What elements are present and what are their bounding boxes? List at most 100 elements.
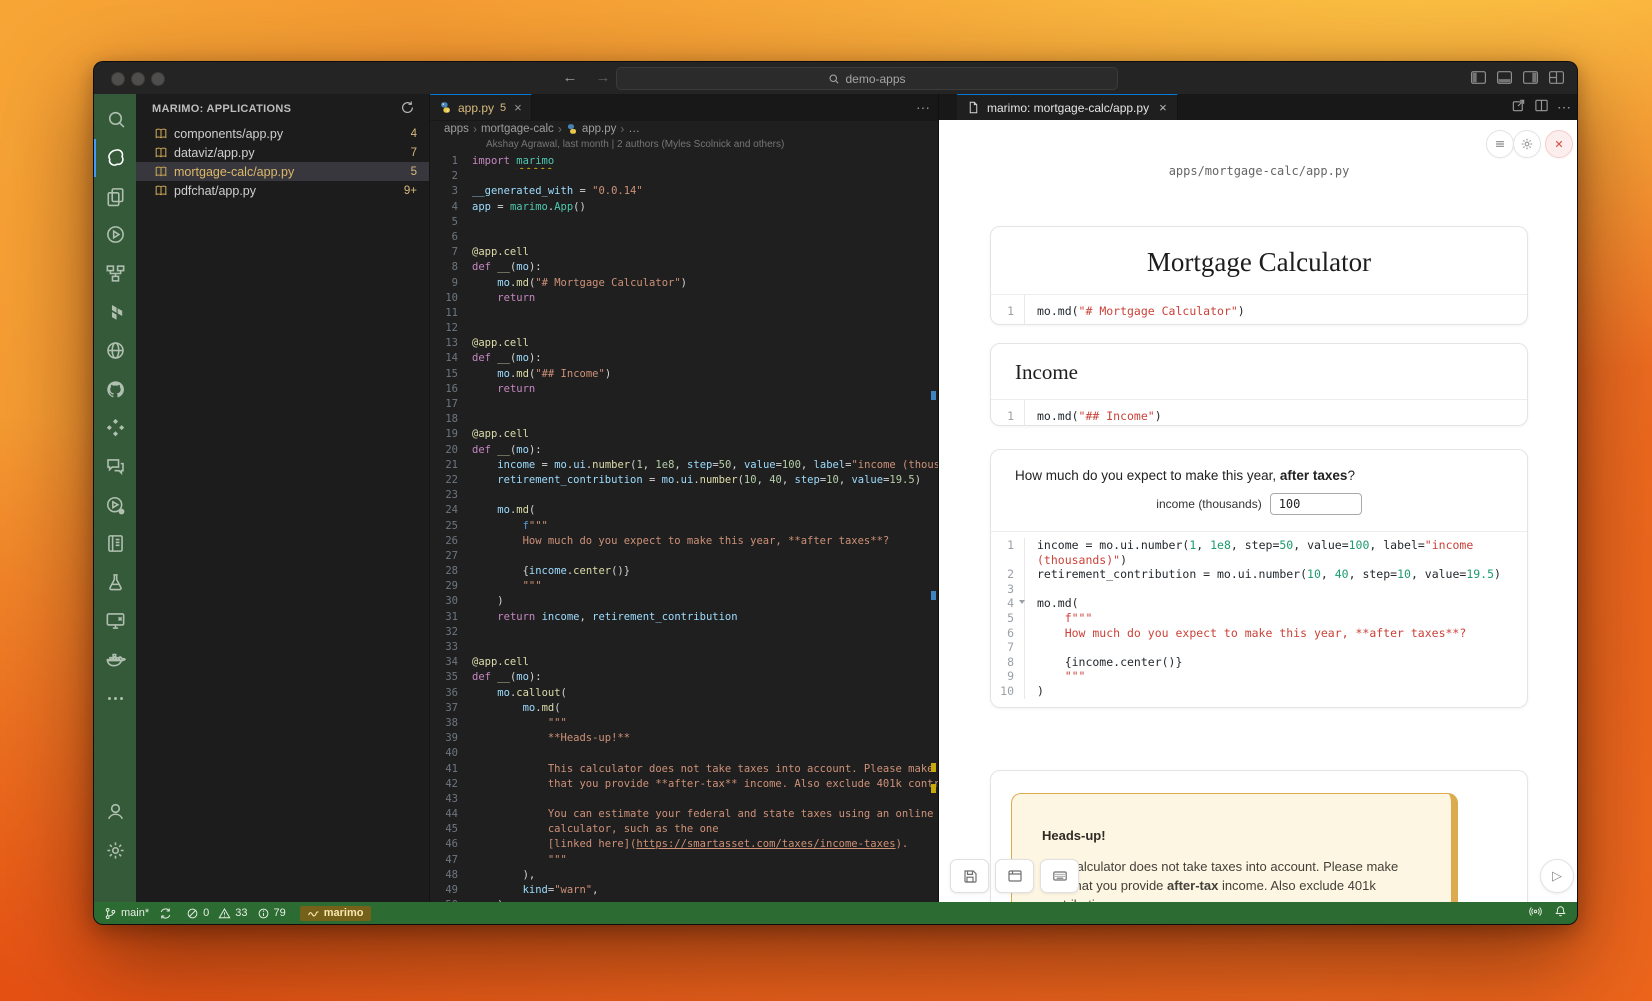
code-line: 1import marimo <box>430 154 938 169</box>
code-line: 28 {income.center()} <box>430 564 938 579</box>
code-editor[interactable]: 1import marimo23__generated_with = "0.0.… <box>430 154 938 902</box>
code-line: 46 [linked here](https://smartasset.com/… <box>430 837 938 852</box>
tab-marimo-webview[interactable]: marimo: mortgage-calc/app.py × <box>957 94 1178 120</box>
code-line: 5 f""" <box>991 611 1527 626</box>
marimo-label: marimo <box>324 907 364 919</box>
file-name: dataviz/app.py <box>174 146 405 160</box>
play-icon: ▷ <box>1552 868 1562 884</box>
open-external-icon[interactable] <box>1511 98 1526 116</box>
problem-count-badge: 5 <box>411 166 417 178</box>
tab-close-icon[interactable]: × <box>514 100 522 115</box>
overview-mark-blue <box>931 391 936 400</box>
open-as-app-button[interactable] <box>995 859 1034 893</box>
activity-bar <box>94 94 136 902</box>
activity-item-search-icon[interactable] <box>94 100 136 138</box>
nav-forward-icon[interactable]: → <box>592 67 614 89</box>
sidebar-title: MARIMO: APPLICATIONS <box>152 103 291 115</box>
activity-item-copy-pages-icon[interactable] <box>94 177 136 215</box>
cell-card-income[interactable]: Income 1mo.md("## Income") <box>990 343 1528 426</box>
activity-item-more-icon[interactable] <box>94 679 136 717</box>
breadcrumb-item[interactable]: mortgage-calc <box>481 123 554 135</box>
cell-code-block[interactable]: 1income = mo.ui.number(1, 1e8, step=50, … <box>991 531 1527 705</box>
code-line: 14def __(mo): <box>430 351 938 366</box>
sidebar-item-mortgage-calc-app-py[interactable]: mortgage-calc/app.py5 <box>136 162 429 181</box>
activity-item-flask-icon[interactable] <box>94 563 136 601</box>
activity-item-comments-icon[interactable] <box>94 447 136 485</box>
notifications-bell-icon[interactable] <box>1554 905 1567 921</box>
menu-hamburger-icon[interactable] <box>1486 130 1514 158</box>
nav-back-icon[interactable]: ← <box>559 67 581 89</box>
shutdown-close-icon[interactable] <box>1545 130 1573 158</box>
code-line: 7 <box>991 640 1527 655</box>
customize-layout-icon[interactable] <box>1548 69 1565 91</box>
sync-icon <box>159 907 172 920</box>
sidebar-item-components-app-py[interactable]: components/app.py 4 <box>136 124 429 143</box>
run-cell-button[interactable]: ▷ <box>1540 859 1574 893</box>
code-line: 2retirement_contribution = mo.ui.number(… <box>991 567 1527 582</box>
code-line: 30 ) <box>430 594 938 609</box>
code-line: 21 income = mo.ui.number(1, 1e8, step=50… <box>430 458 938 473</box>
activity-item-marimo-icon[interactable] <box>94 139 136 177</box>
code-line: 11 <box>430 306 938 321</box>
sidebar-item-pdfchat-app-py[interactable]: pdfchat/app.py9+ <box>136 181 429 200</box>
code-line: 25 f""" <box>430 519 938 534</box>
code-line: 13@app.cell <box>430 336 938 351</box>
notebook-file-icon <box>154 165 168 179</box>
income-input-label: income (thousands) <box>1156 497 1261 511</box>
file-name: components/app.py <box>174 127 405 141</box>
callout-paragraph: This calculator does not take taxes into… <box>1042 857 1421 902</box>
tab-close-icon[interactable]: × <box>1159 100 1167 115</box>
code-line: 5 <box>430 215 938 230</box>
toggle-sidebar-right-icon[interactable] <box>1522 69 1539 91</box>
traffic-light-minimize[interactable] <box>131 72 145 86</box>
toggle-panel-icon[interactable] <box>1496 69 1513 91</box>
activity-item-account-icon[interactable] <box>94 792 136 830</box>
traffic-light-zoom[interactable] <box>151 72 165 86</box>
ports-broadcast-icon[interactable] <box>1529 905 1542 921</box>
income-number-input[interactable] <box>1270 493 1362 515</box>
traffic-light-close[interactable] <box>111 72 125 86</box>
code-line: 2 <box>430 169 938 184</box>
problems-status[interactable]: 0 33 79 <box>186 907 286 920</box>
editor-actions-more-icon[interactable]: ··· <box>916 99 930 115</box>
activity-item-docker-icon[interactable] <box>94 640 136 678</box>
activity-item-diamonds-icon[interactable] <box>94 409 136 447</box>
app-title: Mortgage Calculator <box>991 227 1527 294</box>
activity-item-terraform-icon[interactable] <box>94 293 136 331</box>
cell-card-question[interactable]: How much do you expect to make this year… <box>990 449 1528 708</box>
settings-gear-icon[interactable] <box>1513 130 1541 158</box>
breadcrumb-separator: › <box>558 122 562 136</box>
keyboard-shortcuts-button[interactable] <box>1040 859 1079 893</box>
vscode-window: ← → demo-apps MARIMO: APPLICATIONS <box>93 61 1578 925</box>
problem-count-badge: 4 <box>411 128 417 140</box>
activity-item-globe-icon[interactable] <box>94 332 136 370</box>
window-titlebar[interactable]: ← → demo-apps <box>94 62 1577 95</box>
activity-item-play-badge-icon[interactable] <box>94 486 136 524</box>
activity-item-screen-icon[interactable] <box>94 602 136 640</box>
errors-icon <box>186 907 199 920</box>
activity-item-run-circle-icon[interactable] <box>94 216 136 254</box>
command-center-search[interactable]: demo-apps <box>616 67 1118 90</box>
breadcrumb-item[interactable]: app.py <box>582 123 617 135</box>
breadcrumb-item[interactable]: apps <box>444 123 469 135</box>
git-branch-status[interactable]: main* <box>104 907 172 920</box>
cell-card-title[interactable]: Mortgage Calculator 1mo.md("# Mortgage C… <box>990 226 1528 325</box>
code-line: 49 kind="warn", <box>430 883 938 898</box>
activity-item-github-icon[interactable] <box>94 370 136 408</box>
marimo-status-item[interactable]: marimo <box>300 906 371 921</box>
activity-item-settings-gear-icon[interactable] <box>94 831 136 869</box>
more-actions-icon[interactable]: ⋯ <box>1557 99 1571 116</box>
tab-app-py[interactable]: app.py 5 × <box>430 94 532 120</box>
split-editor-icon[interactable] <box>1534 98 1549 116</box>
breadcrumb[interactable]: apps›mortgage-calc›app.py›… <box>430 120 938 138</box>
refresh-icon[interactable] <box>400 100 415 118</box>
code-line: 42 that you provide **after-tax** income… <box>430 777 938 792</box>
save-button[interactable] <box>950 859 989 893</box>
toggle-sidebar-left-icon[interactable] <box>1470 69 1487 91</box>
error-count: 0 <box>203 907 209 919</box>
sidebar-item-dataviz-app-py[interactable]: dataviz/app.py7 <box>136 143 429 162</box>
code-line: 41 This calculator does not take taxes i… <box>430 762 938 777</box>
activity-item-org-chart-icon[interactable] <box>94 254 136 292</box>
activity-item-notebook-icon[interactable] <box>94 525 136 563</box>
breadcrumb-item[interactable]: … <box>628 123 640 135</box>
